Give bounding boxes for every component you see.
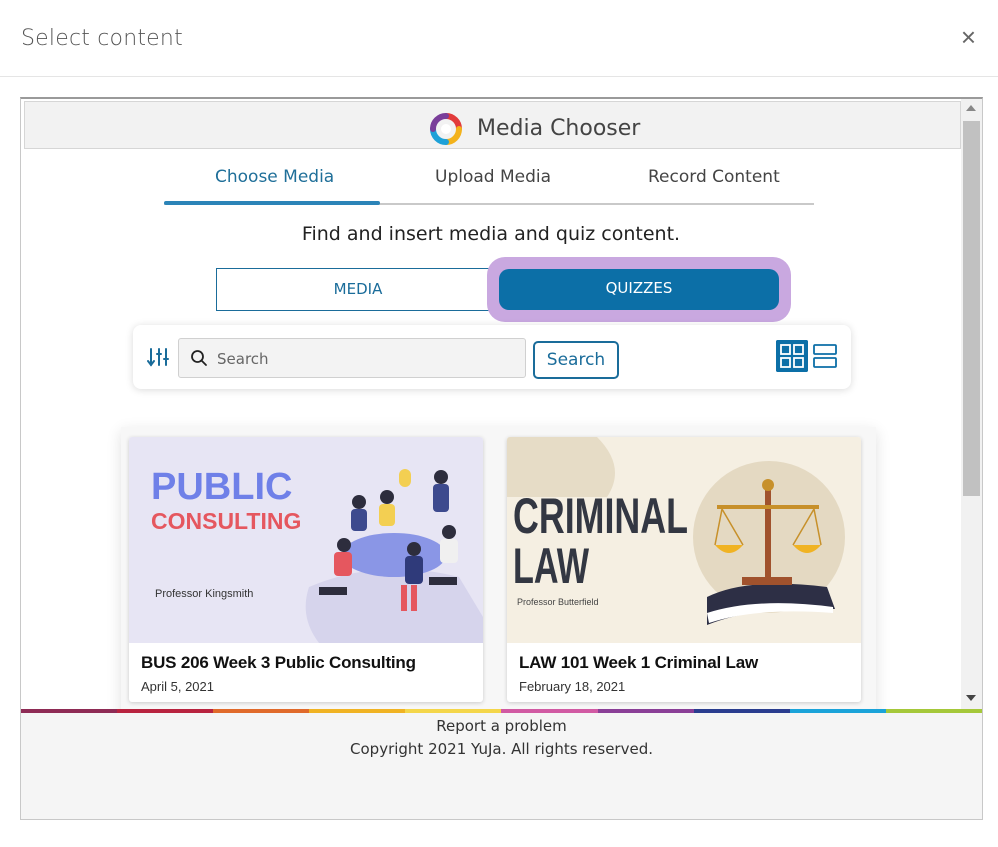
modal-title: Select content [21,26,183,51]
search-button[interactable]: Search [533,341,619,379]
grid-view-icon[interactable] [776,340,808,372]
thumb-professor: Professor Butterfield [517,597,599,607]
scroll-up-arrow-icon[interactable] [966,105,976,111]
thumb-heading-2: LAW [513,538,590,594]
media-toggle-button[interactable]: MEDIA [216,268,500,311]
active-tab-indicator [164,201,380,205]
rainbow-segment [309,709,406,713]
search-input[interactable] [217,347,517,371]
thumb-professor: Professor Kingsmith [155,588,253,600]
modal-header: Select content × [0,0,998,77]
thumb-heading-1: CRIMINAL [513,488,688,544]
results-grid: PUBLIC CONSULTING Professor Kingsmith BU… [121,427,876,727]
search-icon [191,350,207,366]
filter-sort-icon[interactable] [147,345,171,369]
rainbow-segment [117,709,214,713]
instruction-text: Find and insert media and quiz content. [301,223,681,245]
media-chooser-frame: Media Chooser Choose Media Upload Media … [20,97,983,820]
footer: Report a problem Copyright 2021 YuJa. Al… [21,709,982,819]
scrollbar-thumb[interactable] [963,121,980,496]
scroll-down-arrow-icon[interactable] [966,695,976,701]
tab-bar: Choose Media Upload Media Record Content [164,157,814,205]
tab-record-content[interactable]: Record Content [648,167,780,187]
rainbow-segment [501,709,598,713]
rainbow-segment [789,709,886,713]
tab-upload-media[interactable]: Upload Media [435,167,551,187]
yuja-logo-icon [430,113,462,145]
thumbnail-criminal-law: CRIMINAL LAW Professor Butterfield [507,437,861,643]
rainbow-segment [885,709,982,713]
card-date: April 5, 2021 [141,679,214,694]
media-card[interactable]: PUBLIC CONSULTING Professor Kingsmith BU… [129,437,483,702]
rainbow-segment [213,709,310,713]
chooser-header: Media Chooser [24,101,961,149]
thumbnail-public-consulting: PUBLIC CONSULTING Professor Kingsmith [129,437,483,643]
thumb-heading-2: CONSULTING [151,508,301,534]
card-date: February 18, 2021 [519,679,626,694]
chooser-title: Media Chooser [477,116,641,141]
tab-choose-media[interactable]: Choose Media [215,167,334,187]
card-title[interactable]: BUS 206 Week 3 Public Consulting [141,653,416,673]
list-view-icon[interactable] [812,342,838,370]
rainbow-divider [21,709,982,713]
media-card[interactable]: CRIMINAL LAW Professor Butterfield LAW 1… [507,437,861,702]
rainbow-segment [693,709,790,713]
copyright-text: Copyright 2021 YuJa. All rights reserved… [350,740,653,758]
card-title[interactable]: LAW 101 Week 1 Criminal Law [519,653,758,673]
search-panel: Search [133,325,851,389]
rainbow-segment [21,709,118,713]
scrollbar[interactable] [961,99,982,709]
thumb-heading-1: PUBLIC [151,466,292,508]
rainbow-segment [405,709,502,713]
close-button[interactable]: × [961,24,976,50]
report-problem-link[interactable]: Report a problem [21,717,982,735]
rainbow-segment [597,709,694,713]
quizzes-toggle-button[interactable]: QUIZZES [499,269,779,310]
search-box [178,338,526,378]
